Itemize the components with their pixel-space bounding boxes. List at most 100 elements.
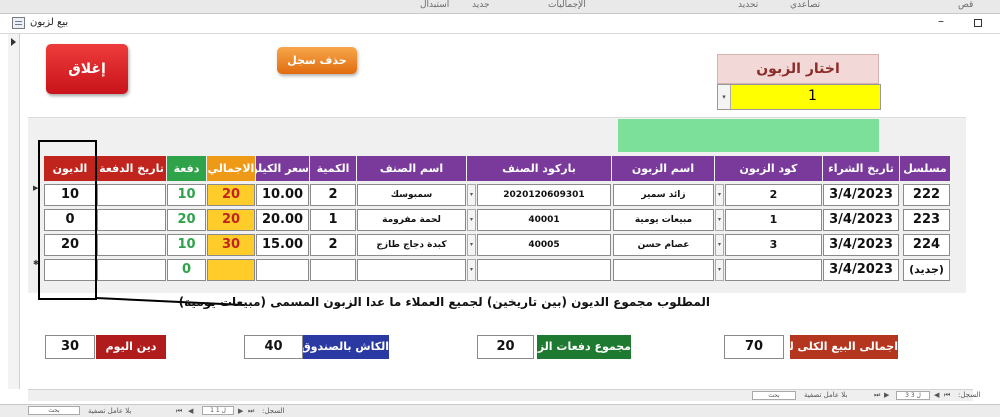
chevron-down-icon[interactable]: ▾ — [718, 85, 731, 109]
customer-combobox[interactable]: ▾ 1 — [717, 84, 881, 110]
first-record-icon[interactable]: ⏮ — [944, 391, 950, 400]
cell-item-name-new[interactable] — [357, 259, 466, 281]
chevron-down-icon[interactable]: ▾ — [715, 209, 724, 231]
cell-quantity[interactable]: 1 — [310, 209, 356, 231]
next-record-icon[interactable]: ▶ — [238, 407, 243, 415]
search-box[interactable]: بحث — [752, 391, 796, 400]
first-record-icon[interactable]: ⏮ — [176, 407, 182, 416]
column-header-purchase-date: تاريخ الشراء — [823, 156, 899, 181]
cell-item-name[interactable]: سمبوسك — [357, 184, 466, 206]
cell-payment-date[interactable] — [97, 184, 166, 206]
cash-in-box-label: الكاش بالصندوق — [301, 335, 389, 359]
last-record-icon[interactable]: ⏭ — [248, 407, 254, 416]
ribbon: قص تصاعدي تحديد الإجماليات جديد استبدال — [0, 0, 1000, 14]
total-sales-label: اجمالى البيع الكلى لليوم — [766, 335, 898, 359]
prev-record-icon[interactable]: ◀ — [188, 407, 193, 415]
cell-kilo-price[interactable]: 10.00 — [256, 184, 309, 206]
requirement-note: المطلوب مجموع الديون (بين تاريخين) لجميع… — [178, 295, 710, 309]
cell-payment[interactable]: 10 — [167, 234, 206, 256]
cell-kilo-price[interactable]: 15.00 — [256, 234, 309, 256]
record-label: السجل: — [262, 407, 285, 415]
cell-payment[interactable]: 10 — [167, 184, 206, 206]
cell-purchase-date[interactable]: 3/4/2023 — [823, 234, 899, 256]
cell-total[interactable]: 20 — [207, 209, 255, 231]
no-filter-indicator[interactable]: بلا عامل تصفية — [88, 407, 131, 415]
cell-purchase-date-new[interactable]: 3/4/2023 — [823, 259, 899, 281]
cell-total[interactable]: 20 — [207, 184, 255, 206]
last-record-icon[interactable]: ⏭ — [874, 391, 880, 400]
delete-record-button[interactable]: حذف سجل — [277, 47, 357, 74]
customer-payments-value[interactable]: 20 — [477, 335, 534, 359]
form-icon — [12, 17, 25, 29]
chevron-down-icon[interactable]: ▾ — [467, 209, 476, 231]
cell-item-barcode[interactable]: 40001 — [477, 209, 611, 231]
cell-payment-date[interactable] — [97, 234, 166, 256]
record-position-input[interactable]: 1 ل 1 — [202, 406, 234, 415]
cell-item-name[interactable]: كبدة دجاج طازج — [357, 234, 466, 256]
column-header-item-name: اسم الصنف — [357, 156, 466, 181]
customer-payments-label: مجموع دفعات الزبائن — [516, 335, 631, 359]
cell-payment-new[interactable]: 0 — [167, 259, 206, 281]
ribbon-select[interactable]: تحديد — [738, 0, 758, 10]
cell-item-barcode-new[interactable] — [477, 259, 611, 281]
column-header-customer-name: اسم الزبون — [612, 156, 714, 181]
cell-payment-date-new[interactable] — [97, 259, 166, 281]
search-box[interactable]: بحث — [28, 406, 80, 415]
cell-purchase-date[interactable]: 3/4/2023 — [823, 184, 899, 206]
form-titlebar: بيع لزبون – — [0, 14, 1000, 34]
prev-record-icon[interactable]: ◀ — [934, 391, 939, 399]
cell-serial[interactable]: 224 — [903, 234, 950, 256]
cell-serial[interactable]: 223 — [903, 209, 950, 231]
cell-kilo-price-new[interactable] — [256, 259, 309, 281]
cell-customer-code[interactable]: 3 — [725, 234, 822, 256]
column-header-quantity: الكمية — [310, 156, 356, 181]
next-record-icon[interactable]: ▶ — [884, 391, 889, 399]
chevron-down-icon[interactable]: ▾ — [715, 234, 724, 256]
close-button[interactable]: إغلاق — [46, 44, 128, 94]
cell-customer-name-new[interactable] — [613, 259, 714, 281]
cell-kilo-price[interactable]: 20.00 — [256, 209, 309, 231]
record-label: السجل: — [958, 391, 981, 399]
ribbon-new[interactable]: جديد — [472, 0, 490, 10]
subform-navigation-bar: السجل: ⏮ ◀ 3 ل 3 ▶ ⏭ بلا عامل تصفية بحث — [28, 389, 981, 401]
chevron-down-icon[interactable]: ▾ — [715, 184, 724, 206]
chevron-down-icon[interactable]: ▾ — [467, 259, 476, 281]
cell-quantity[interactable]: 2 — [310, 234, 356, 256]
cell-serial-new[interactable]: (جديد) — [903, 259, 950, 281]
ribbon-ascending[interactable]: تصاعدي — [790, 0, 820, 10]
chevron-down-icon[interactable]: ▾ — [467, 234, 476, 256]
cell-customer-code[interactable]: 2 — [725, 184, 822, 206]
cell-purchase-date[interactable]: 3/4/2023 — [823, 209, 899, 231]
column-header-item-barcode: باركود الصنف — [467, 156, 611, 181]
cell-customer-name[interactable]: زائد سمير — [613, 184, 714, 206]
record-selector[interactable] — [8, 34, 20, 389]
cash-in-box-value[interactable]: 40 — [244, 335, 303, 359]
cell-item-name[interactable]: لحمة مفرومة — [357, 209, 466, 231]
maximize-button[interactable] — [974, 19, 982, 27]
column-header-total: الاجمالي — [207, 156, 255, 181]
cell-customer-code-new[interactable] — [725, 259, 822, 281]
cell-serial[interactable]: 222 — [903, 184, 950, 206]
minimize-button[interactable]: – — [938, 14, 944, 28]
today-debt-value[interactable]: 30 — [45, 335, 95, 359]
cell-item-barcode[interactable]: 40005 — [477, 234, 611, 256]
cell-total[interactable]: 30 — [207, 234, 255, 256]
cell-total-new[interactable] — [207, 259, 255, 281]
cell-quantity[interactable]: 2 — [310, 184, 356, 206]
cell-customer-code[interactable]: 1 — [725, 209, 822, 231]
cell-customer-name[interactable]: عصام حسن — [613, 234, 714, 256]
cell-payment-date[interactable] — [97, 209, 166, 231]
current-record-arrow-icon — [11, 38, 16, 46]
cell-quantity-new[interactable] — [310, 259, 356, 281]
cell-item-barcode[interactable]: 2020120609301 — [477, 184, 611, 206]
total-sales-value[interactable]: 70 — [724, 335, 784, 359]
chevron-down-icon[interactable]: ▾ — [715, 259, 724, 281]
no-filter-indicator[interactable]: بلا عامل تصفية — [804, 391, 847, 399]
ribbon-totals[interactable]: الإجماليات — [548, 0, 586, 10]
record-position-input[interactable]: 3 ل 3 — [896, 391, 930, 400]
ribbon-cut[interactable]: قص — [958, 0, 973, 10]
ribbon-replace[interactable]: استبدال — [420, 0, 449, 10]
cell-payment[interactable]: 20 — [167, 209, 206, 231]
cell-customer-name[interactable]: مبيعات يومية — [613, 209, 714, 231]
chevron-down-icon[interactable]: ▾ — [467, 184, 476, 206]
